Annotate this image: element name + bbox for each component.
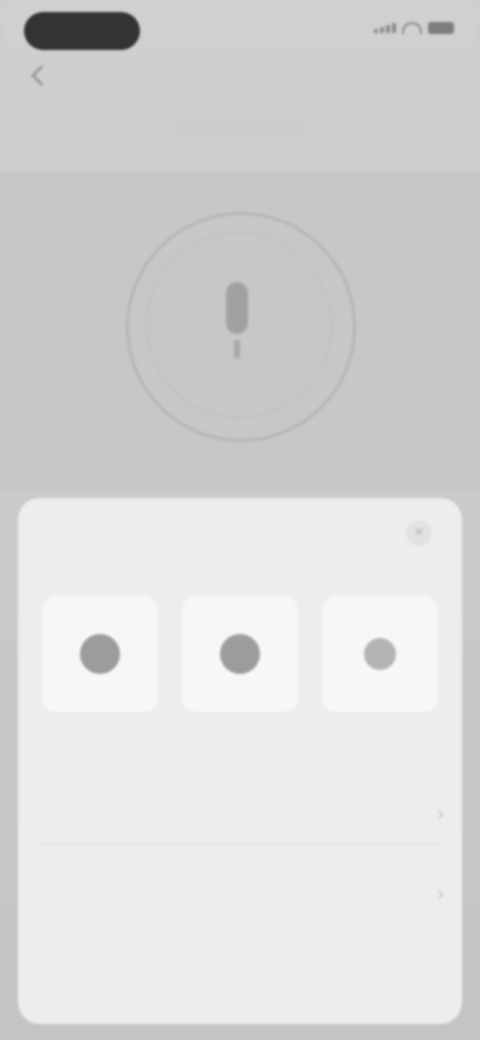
signal-icon — [374, 23, 396, 33]
tab-1[interactable] — [32, 114, 163, 142]
status-icons — [374, 22, 454, 34]
bottom-sheet: × › › — [18, 498, 462, 1024]
wifi-icon — [402, 22, 422, 34]
status-time-pill — [24, 12, 140, 50]
option-card[interactable] — [322, 596, 438, 712]
option-2[interactable] — [182, 596, 298, 738]
option-card[interactable] — [42, 596, 158, 712]
app-screen: × › › — [0, 0, 480, 1040]
option-grid — [42, 596, 438, 738]
close-icon[interactable]: × — [406, 520, 432, 546]
hero-panel — [0, 172, 480, 492]
option-card[interactable] — [182, 596, 298, 712]
segment-tabs — [26, 112, 454, 144]
battery-icon — [428, 22, 454, 34]
back-chevron-icon[interactable] — [30, 64, 53, 87]
tab-2[interactable] — [174, 114, 306, 142]
option-icon — [80, 634, 120, 674]
microphone-stand — [234, 340, 240, 358]
tab-3[interactable] — [317, 114, 448, 142]
option-1[interactable] — [42, 596, 158, 738]
settings-row-1[interactable]: › — [36, 784, 444, 844]
divider — [36, 844, 444, 845]
settings-row-2[interactable]: › — [36, 864, 444, 924]
chevron-right-icon: › — [437, 802, 444, 825]
option-3[interactable] — [322, 596, 438, 738]
option-icon — [364, 638, 396, 670]
chevron-right-icon: › — [437, 882, 444, 905]
microphone-icon[interactable] — [226, 282, 248, 334]
option-icon — [220, 634, 260, 674]
